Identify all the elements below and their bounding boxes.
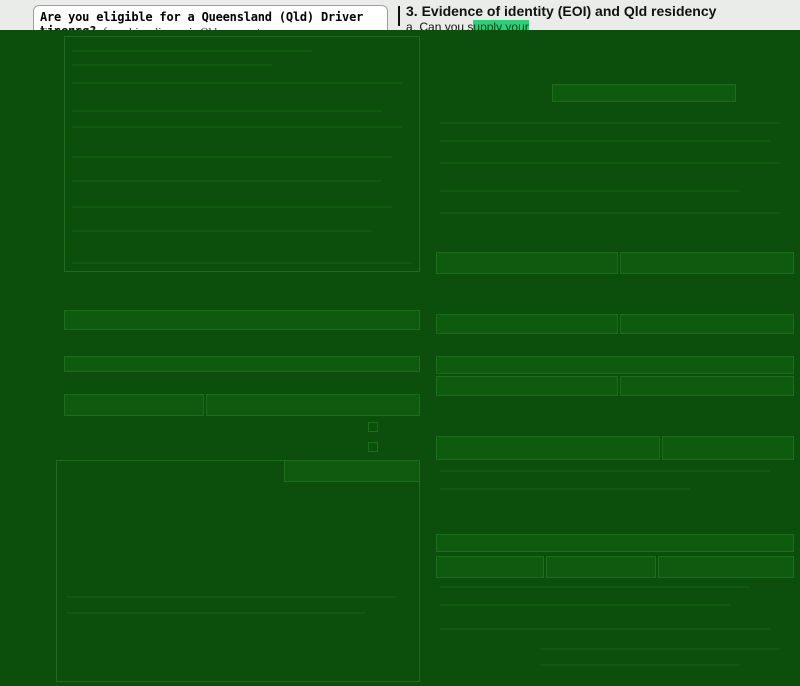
obscured-line [440, 212, 780, 214]
obscured-line [540, 664, 740, 666]
obscured-line [72, 180, 382, 182]
obscured-line [72, 110, 382, 112]
obscured-line [440, 586, 750, 588]
obscured-line [66, 612, 366, 614]
obscured-line [72, 64, 272, 66]
obscured-line [440, 470, 770, 472]
obscured-line [72, 82, 402, 84]
obscured-field [658, 556, 794, 578]
obscured-field [436, 436, 660, 460]
obscured-field [546, 556, 656, 578]
obscured-line [72, 230, 372, 232]
obscured-field [620, 314, 794, 334]
obscured-line [440, 122, 780, 124]
obscured-line [440, 604, 730, 606]
obscured-field [64, 356, 420, 372]
obscured-line [72, 50, 312, 52]
obscured-line [440, 628, 770, 630]
obscured-field [620, 252, 794, 274]
obscured-field [436, 556, 544, 578]
obscured-field [662, 436, 794, 460]
obscured-line [72, 206, 392, 208]
obscured-field [206, 394, 420, 416]
obscured-field [64, 310, 420, 330]
obscured-field [284, 460, 420, 482]
obscured-line [72, 262, 412, 264]
obscured-field [436, 376, 618, 396]
obscured-checkbox [368, 442, 378, 452]
obscured-line [72, 156, 392, 158]
section-divider [398, 6, 400, 26]
obscured-line [440, 140, 770, 142]
obscured-line [440, 162, 780, 164]
obscured-field [552, 84, 736, 102]
obscured-field [436, 356, 794, 374]
obscuring-overlay [0, 30, 800, 686]
obscured-line [440, 190, 740, 192]
obscured-panel [56, 460, 420, 682]
obscured-line [66, 596, 396, 598]
obscured-line [440, 488, 690, 490]
obscured-line [72, 126, 402, 128]
obscured-field [436, 314, 618, 334]
obscured-field [436, 534, 794, 552]
obscured-field [620, 376, 794, 396]
section3-title: 3. Evidence of identity (EOI) and Qld re… [406, 3, 717, 19]
obscured-checkbox [368, 422, 378, 432]
obscured-line [540, 648, 780, 650]
obscured-field [436, 252, 618, 274]
eligibility-panel-obscured [64, 36, 420, 272]
obscured-field [64, 394, 204, 416]
